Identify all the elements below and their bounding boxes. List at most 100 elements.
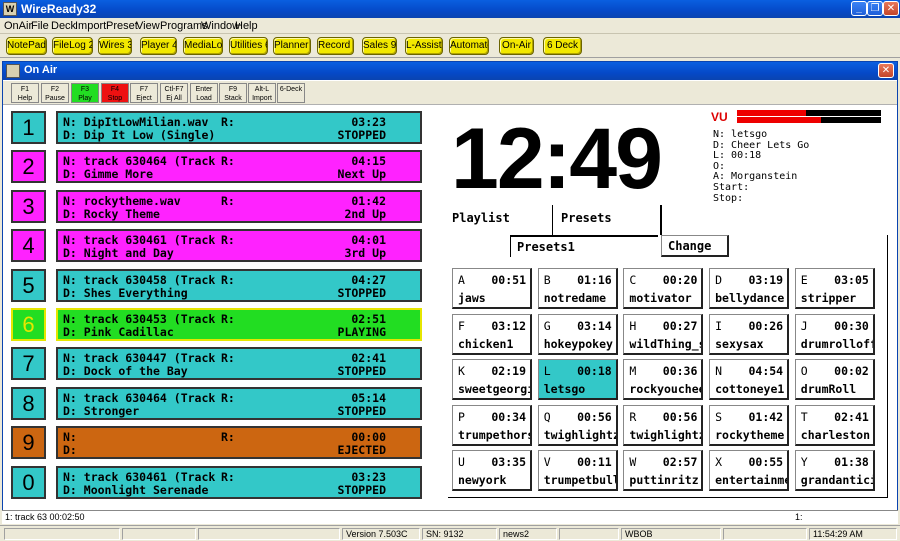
- fkey-button-8[interactable]: Alt-L Import: [248, 83, 276, 103]
- deck-2[interactable]: N: track 630464 (Track ...R: 04:15 D: Gimm…: [56, 150, 422, 184]
- module-button-9[interactable]: L-Assist [: [405, 37, 443, 55]
- preset-s[interactable]: S 01:42 rockytheme: [709, 404, 790, 446]
- fkey-button-3[interactable]: F4 Stop: [101, 83, 129, 103]
- fkey-key: F2: [50, 86, 60, 93]
- module-button-0[interactable]: NotePad 1: [6, 37, 47, 55]
- preset-t[interactable]: T 02:41 charleston: [794, 404, 875, 446]
- preset-key: E: [800, 273, 808, 287]
- tab-playlist[interactable]: Playlist: [452, 211, 510, 225]
- preset-v[interactable]: V 00:11 trumpetbull: [537, 450, 618, 491]
- fkey-button-5[interactable]: Ctl-F7 Ej All: [160, 83, 188, 103]
- menu-import[interactable]: Import: [75, 20, 106, 32]
- preset-f[interactable]: F 03:12 chicken1: [452, 313, 532, 355]
- minimize-button[interactable]: _: [851, 1, 867, 16]
- preset-key: O: [800, 364, 808, 378]
- preset-c[interactable]: C 00:20 motivator: [623, 268, 704, 309]
- preset-key: U: [458, 455, 465, 469]
- preset-duration: 03:05: [834, 273, 869, 287]
- deck-r: R:: [221, 154, 235, 169]
- preset-m[interactable]: M 00:36 rockyouchee: [623, 359, 704, 400]
- deck-number-1[interactable]: 1: [11, 111, 46, 144]
- preset-duration: 00:51: [491, 273, 526, 287]
- preset-l[interactable]: L 00:18 letsgo: [537, 359, 618, 400]
- deck-number-0[interactable]: 0: [11, 465, 46, 499]
- preset-i[interactable]: I 00:26 sexysax: [709, 313, 790, 355]
- module-button-12[interactable]: 6 Deck: [543, 37, 582, 55]
- fkey-button-1[interactable]: F2 Pause: [41, 83, 69, 103]
- close-button[interactable]: ✕: [883, 1, 899, 16]
- deck-0[interactable]: N: track 630461 (Track ...R: 03:23 D: Moon…: [56, 465, 422, 499]
- deck-r: R:: [221, 430, 235, 445]
- fkey-key: F1: [20, 86, 30, 93]
- preset-key: F: [458, 318, 465, 333]
- preset-w[interactable]: W 02:57 puttinritz: [623, 450, 704, 491]
- preset-x[interactable]: X 00:55 entertainmer: [709, 450, 790, 491]
- menu-help[interactable]: Help: [235, 20, 258, 32]
- preset-b[interactable]: B 01:16 notredame: [537, 268, 618, 309]
- module-button-6[interactable]: Planner 7: [273, 37, 311, 55]
- menu-view[interactable]: View: [136, 20, 160, 32]
- preset-duration: 01:42: [748, 409, 784, 424]
- deck-status: PLAYING: [337, 325, 386, 339]
- preset-j[interactable]: J 00:30 drumrolloff: [794, 313, 875, 355]
- deck-7[interactable]: N: track 630447 (Track ...R: 02:41 D: Dock…: [56, 347, 422, 381]
- preset-h[interactable]: H 00:27 wildThing_sh: [623, 313, 704, 355]
- deck-number-2[interactable]: 2: [11, 150, 46, 184]
- deck-number-8[interactable]: 8: [11, 386, 46, 420]
- preset-o[interactable]: O 00:02 drumRoll: [794, 359, 875, 400]
- fkey-button-9[interactable]: 6-Deck: [277, 83, 305, 103]
- preset-a[interactable]: A 00:51 jaws: [452, 268, 532, 309]
- preset-n[interactable]: N 04:54 cottoneye1: [709, 359, 790, 400]
- preset-duration: 02:57: [662, 455, 698, 469]
- deck-1[interactable]: N: DipItLowMilian.wav R: 03:23 D: Dip It Lo…: [56, 111, 422, 144]
- fkey-button-4[interactable]: F7 Eject: [130, 83, 158, 103]
- preset-key: M: [629, 364, 637, 378]
- deck-number-3[interactable]: 3: [11, 189, 46, 223]
- deck-number-9[interactable]: 9: [11, 426, 46, 460]
- preset-k[interactable]: K 02:19 sweetgeorgia: [452, 359, 532, 400]
- fkey-button-0[interactable]: F1 Help: [11, 83, 39, 103]
- preset-p[interactable]: P 00:34 trumpethorse: [452, 404, 532, 446]
- deck-6[interactable]: N: track 630453 (Track ...R: 02:51 D: Pink…: [56, 308, 422, 341]
- menu-preset[interactable]: Preset: [106, 20, 138, 32]
- deck-time: 00:00: [351, 430, 386, 445]
- module-button-7[interactable]: Record 8: [317, 37, 354, 55]
- module-button-2[interactable]: Wires 3: [98, 37, 132, 55]
- module-button-3[interactable]: Player 4: [140, 37, 177, 55]
- menu-onair[interactable]: OnAir: [4, 20, 32, 32]
- preset-u[interactable]: U 03:35 newyork: [452, 450, 532, 491]
- fkey-button-7[interactable]: F9 Stack: [219, 83, 247, 103]
- tab-presets[interactable]: Presets: [552, 205, 662, 235]
- deck-3[interactable]: N: rockytheme.wav R: 01:42 D: Rocky Theme 2n…: [56, 189, 422, 223]
- deck-8[interactable]: N: track 630464 (Track ...R: 05:14 D: Stro…: [56, 386, 422, 420]
- window-close-button[interactable]: ✕: [878, 63, 894, 78]
- module-button-4[interactable]: MediaLog5: [183, 37, 223, 55]
- maximize-button[interactable]: ❐: [867, 1, 883, 16]
- deck-4[interactable]: N: track 630461 (Track ...R: 04:01 D: Nigh…: [56, 229, 422, 263]
- module-button-10[interactable]: Automate 0: [449, 37, 489, 55]
- deck-5[interactable]: N: track 630458 (Track ...R: 04:27 D: Shes…: [56, 268, 422, 302]
- module-button-11[interactable]: On-Air: [499, 37, 534, 55]
- menu-file[interactable]: File: [31, 20, 49, 32]
- preset-g[interactable]: G 03:14 hokeypokey: [537, 313, 618, 355]
- preset-d[interactable]: D 03:19 bellydance: [709, 268, 790, 309]
- deck-status: STOPPED: [337, 364, 386, 379]
- menu-deck[interactable]: Deck: [51, 20, 76, 32]
- deck-number-7[interactable]: 7: [11, 347, 46, 381]
- module-button-1[interactable]: FileLog 2: [52, 37, 93, 55]
- preset-q[interactable]: Q 00:56 twighlightzo: [537, 404, 618, 446]
- fkey-button-6[interactable]: Enter Load: [190, 83, 218, 103]
- preset-e[interactable]: E 03:05 stripper: [794, 268, 875, 309]
- preset-r[interactable]: R 00:56 twighlightzo: [623, 404, 704, 446]
- module-button-8[interactable]: Sales 9: [362, 37, 397, 55]
- deck-number-6[interactable]: 6: [11, 308, 46, 341]
- fkey-key: F9: [228, 86, 238, 93]
- preset-y[interactable]: Y 01:38 grandanticip: [794, 450, 875, 491]
- module-button-5[interactable]: Utilities 6: [229, 37, 268, 55]
- deck-number-4[interactable]: 4: [11, 229, 46, 263]
- deck-d: D: Dip It Low (Single): [63, 128, 216, 142]
- fkey-label: Play: [78, 95, 92, 102]
- deck-number-5[interactable]: 5: [11, 268, 46, 302]
- deck-9[interactable]: N: R: 00:00 D: EJECTED: [56, 426, 422, 460]
- fkey-button-2[interactable]: F3 Play: [71, 83, 99, 103]
